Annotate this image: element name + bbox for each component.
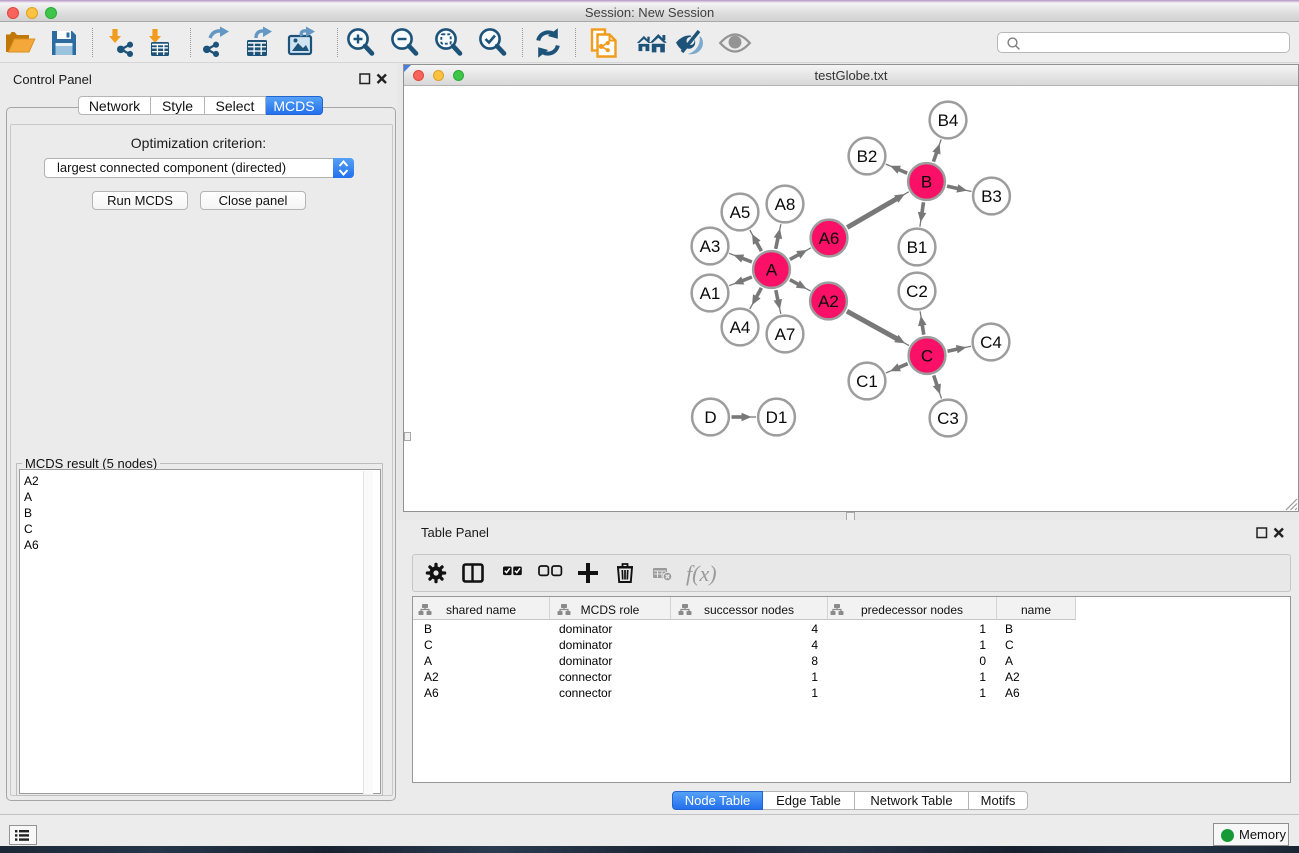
- svg-text:C4: C4: [980, 333, 1002, 352]
- svg-text:D: D: [704, 408, 716, 427]
- svg-text:A7: A7: [775, 325, 796, 344]
- svg-text:A6: A6: [819, 229, 840, 248]
- svg-text:B4: B4: [938, 111, 959, 130]
- svg-text:B: B: [921, 173, 932, 192]
- svg-text:B1: B1: [907, 238, 928, 257]
- svg-text:C2: C2: [906, 282, 928, 301]
- svg-text:D1: D1: [766, 408, 788, 427]
- svg-text:B3: B3: [981, 187, 1002, 206]
- svg-text:C3: C3: [937, 409, 959, 428]
- svg-text:C1: C1: [856, 372, 878, 391]
- svg-text:A: A: [766, 261, 778, 280]
- svg-text:A2: A2: [818, 292, 839, 311]
- svg-text:A5: A5: [730, 203, 751, 222]
- svg-text:A8: A8: [775, 195, 796, 214]
- svg-text:A4: A4: [730, 318, 751, 337]
- svg-text:C: C: [921, 347, 933, 366]
- svg-text:A1: A1: [700, 284, 721, 303]
- svg-text:A3: A3: [700, 237, 721, 256]
- svg-text:B2: B2: [857, 147, 878, 166]
